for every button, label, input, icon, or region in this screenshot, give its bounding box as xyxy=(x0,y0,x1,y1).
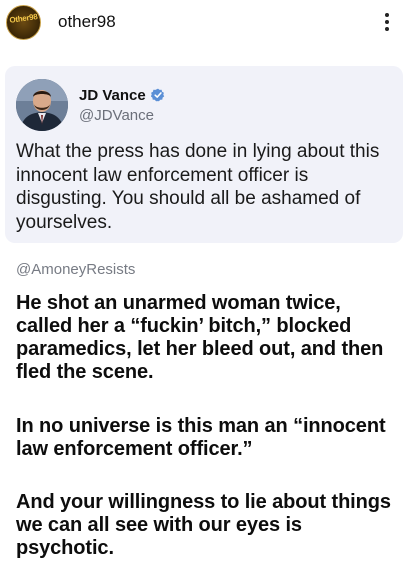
post-header: Other98 other98 xyxy=(0,0,403,48)
account-username[interactable]: other98 xyxy=(58,12,116,32)
reply-author-handle[interactable]: @AmoneyResists xyxy=(16,261,135,278)
quoted-handle[interactable]: @JDVance xyxy=(79,107,154,124)
display-name-text: JD Vance xyxy=(79,87,146,104)
quoted-display-name[interactable]: JD Vance xyxy=(79,87,165,104)
account-avatar[interactable]: Other98 xyxy=(6,5,41,40)
reply-paragraph-3: And your willingness to lie about things… xyxy=(16,491,391,559)
reply-paragraph-2: In no universe is this man an “innocent … xyxy=(16,415,386,460)
verified-badge-icon xyxy=(150,88,164,102)
quoted-post-card[interactable]: JD Vance @JDVance What the press has don… xyxy=(5,66,403,243)
profile-photo-icon xyxy=(16,79,68,131)
avatar-logo-text: Other98 xyxy=(8,12,39,25)
quoted-author-avatar[interactable] xyxy=(16,79,68,131)
quoted-post-text: What the press has done in lying about t… xyxy=(16,141,380,233)
more-options-icon[interactable] xyxy=(377,8,397,36)
reply-paragraph-1: He shot an unarmed woman twice, called h… xyxy=(16,292,384,383)
